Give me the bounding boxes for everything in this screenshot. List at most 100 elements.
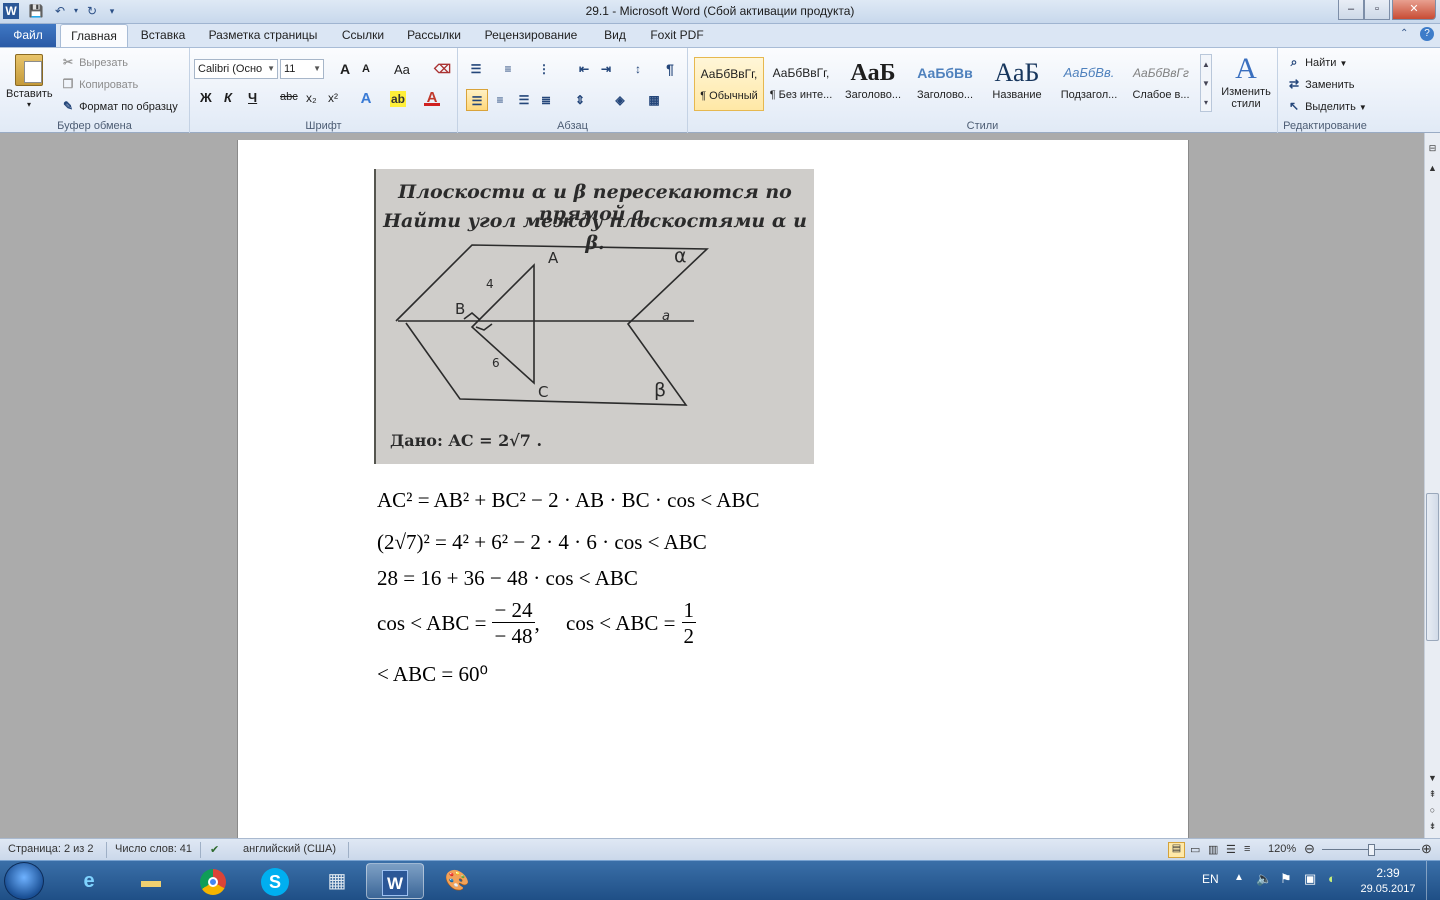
proofing-icon[interactable]: ✔	[210, 843, 219, 856]
superscript-button[interactable]: x²	[328, 91, 338, 105]
redo-icon[interactable]: ↻	[84, 3, 100, 19]
save-icon[interactable]: 💾	[28, 3, 44, 19]
change-case-button[interactable]: Aa	[394, 62, 410, 77]
copy-button[interactable]: ❐ Копировать	[60, 76, 139, 92]
find-button[interactable]: ⌕ Найти ▼	[1286, 54, 1348, 70]
bullets-icon[interactable]: ☰	[468, 61, 484, 77]
skype-icon[interactable]: S	[246, 863, 304, 899]
styles-scroll[interactable]: ▲ ▼ ▾	[1200, 54, 1212, 112]
customize-toolbar-icon[interactable]: ▾	[104, 3, 120, 19]
zoom-slider-thumb[interactable]	[1368, 844, 1375, 856]
page-count[interactable]: Страница: 2 из 2	[8, 843, 94, 855]
format-painter-button[interactable]: ✎ Формат по образцу	[60, 98, 178, 114]
previous-page-icon[interactable]: ⇞	[1425, 787, 1440, 801]
zoom-in-icon[interactable]: ⊕	[1421, 841, 1432, 857]
style-normal[interactable]: АаБбВвГг, ¶ Обычный	[694, 57, 764, 111]
vertical-scrollbar[interactable]: ⊟ ▲ ▼ ⇞ ○ ⇟	[1424, 133, 1440, 838]
style-subtle-emphasis[interactable]: АаБбВвГг Слабое в...	[1126, 57, 1196, 111]
paste-dropdown-icon[interactable]: ▾	[6, 100, 52, 109]
ruler-toggle-icon[interactable]: ⊟	[1425, 141, 1440, 155]
undo-icon[interactable]: ↶	[52, 3, 68, 19]
internet-explorer-icon[interactable]: e	[60, 863, 118, 899]
tab-insert[interactable]: Вставка	[134, 24, 192, 47]
strikethrough-button[interactable]: abc	[280, 91, 298, 103]
style-heading-1[interactable]: АаБ Заголово...	[838, 57, 908, 111]
chrome-icon[interactable]	[184, 863, 242, 899]
tab-view[interactable]: Вид	[596, 24, 634, 47]
style-no-spacing[interactable]: АаБбВвГг, ¶ Без инте...	[766, 57, 836, 111]
start-button[interactable]	[4, 862, 44, 900]
style-title[interactable]: АаБ Название	[982, 57, 1052, 111]
pilcrow-icon[interactable]: ¶	[662, 61, 678, 77]
align-right-icon[interactable]: ☰	[516, 92, 532, 108]
word-count[interactable]: Число слов: 41	[115, 843, 192, 855]
language-indicator[interactable]: английский (США)	[243, 843, 336, 855]
style-heading-2[interactable]: АаБбВв Заголово...	[910, 57, 980, 111]
shrink-font-button[interactable]: A	[362, 63, 370, 75]
ribbon-collapse-icon[interactable]: ⌃	[1400, 28, 1408, 39]
select-button[interactable]: ↖ Выделить ▼	[1286, 98, 1367, 114]
paste-button[interactable]: Вставить ▾	[6, 52, 53, 116]
clear-format-icon[interactable]: ⌫	[434, 61, 451, 77]
tab-page-layout[interactable]: Разметка страницы	[200, 24, 326, 47]
scroll-up-arrow[interactable]: ▲	[1425, 161, 1440, 175]
browse-object-icon[interactable]: ○	[1425, 803, 1440, 817]
zoom-level[interactable]: 120%	[1268, 843, 1296, 855]
line-spacing-icon[interactable]: ⇕	[572, 92, 588, 108]
align-left-icon[interactable]: ☰	[466, 89, 488, 111]
replace-button[interactable]: ⇄ Заменить	[1286, 76, 1355, 92]
grow-font-button[interactable]: A	[340, 61, 350, 77]
word-taskbar-icon[interactable]: W	[366, 863, 424, 899]
cut-button[interactable]: ✂ Вырезать	[60, 54, 128, 70]
show-hidden-icons[interactable]: ▲	[1234, 872, 1244, 883]
font-name-combo[interactable]: Calibri (Осно ▼	[194, 59, 278, 79]
multilevel-list-icon[interactable]: ⋮	[536, 61, 552, 77]
tab-foxit-pdf[interactable]: Foxit PDF	[644, 24, 710, 47]
clock-time[interactable]: 2:39	[1360, 866, 1416, 880]
print-layout-icon[interactable]: ▤	[1168, 842, 1185, 858]
change-styles-button[interactable]: A Изменить стили	[1218, 52, 1274, 110]
scroll-thumb[interactable]	[1426, 493, 1439, 641]
underline-button[interactable]: Ч	[248, 90, 257, 105]
italic-button[interactable]: К	[224, 90, 232, 105]
file-explorer-icon[interactable]: ▬	[122, 863, 180, 899]
font-color-icon[interactable]: A	[424, 90, 440, 106]
minimize-button[interactable]: –	[1338, 0, 1364, 20]
power-icon[interactable]: ◐	[1328, 871, 1336, 886]
tab-mailings[interactable]: Рассылки	[400, 24, 468, 47]
tab-references[interactable]: Ссылки	[334, 24, 392, 47]
align-center-icon[interactable]: ≡	[492, 92, 508, 108]
font-size-combo[interactable]: 11 ▼	[280, 59, 324, 79]
highlight-icon[interactable]: ab	[390, 91, 406, 107]
volume-icon[interactable]: 🔈	[1256, 871, 1272, 887]
show-desktop-button[interactable]	[1426, 861, 1440, 900]
subscript-button[interactable]: x₂	[306, 91, 317, 105]
help-icon[interactable]: ?	[1420, 27, 1434, 41]
undo-dropdown-icon[interactable]: ▾	[68, 3, 84, 19]
close-button[interactable]: ✕	[1392, 0, 1436, 20]
sort-icon[interactable]: ↕	[630, 61, 646, 77]
clock-date[interactable]: 29.05.2017	[1354, 883, 1422, 895]
borders-icon[interactable]: ▦	[646, 92, 662, 108]
bold-button[interactable]: Ж	[200, 90, 212, 105]
numbering-icon[interactable]: ≡	[500, 61, 516, 77]
text-effects-icon[interactable]: A	[358, 91, 374, 107]
web-layout-icon[interactable]: ▥	[1208, 843, 1218, 856]
outline-icon[interactable]: ☰	[1226, 843, 1236, 856]
style-subtitle[interactable]: АаБбВв. Подзагол...	[1054, 57, 1124, 111]
word-app-icon[interactable]: W	[3, 3, 19, 19]
zoom-out-icon[interactable]: ⊖	[1304, 841, 1315, 857]
tab-file[interactable]: Файл	[0, 24, 56, 47]
justify-icon[interactable]: ≣	[538, 92, 554, 108]
next-page-icon[interactable]: ⇟	[1425, 819, 1440, 833]
input-language[interactable]: EN	[1202, 872, 1219, 886]
tab-home[interactable]: Главная	[60, 24, 128, 47]
full-screen-reading-icon[interactable]: ▭	[1190, 843, 1200, 856]
calculator-icon[interactable]: ▦	[308, 863, 366, 899]
flag-icon[interactable]: ⚑	[1280, 871, 1292, 887]
decrease-indent-icon[interactable]: ⇤	[576, 61, 592, 77]
scroll-down-arrow[interactable]: ▼	[1425, 771, 1440, 785]
shading-icon[interactable]: ◈	[612, 92, 628, 108]
maximize-button[interactable]: ▫	[1364, 0, 1390, 20]
tab-review[interactable]: Рецензирование	[476, 24, 586, 47]
